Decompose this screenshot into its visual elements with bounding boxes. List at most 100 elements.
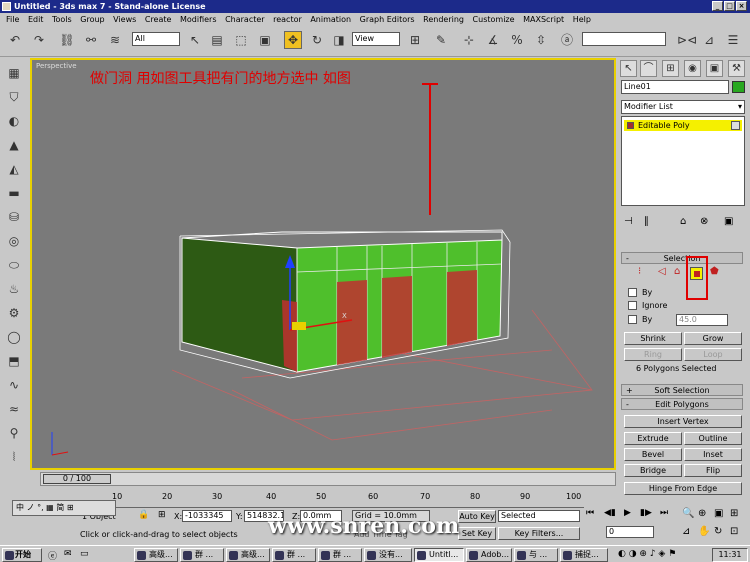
unlink-icon[interactable]: ⚯ [82, 31, 100, 49]
lock-selection-icon[interactable]: 🔒 [138, 510, 149, 520]
vertex-mode-icon[interactable]: ⁝ [638, 266, 641, 277]
taskbar-item[interactable]: 群 ... [272, 548, 316, 562]
element-mode-icon[interactable]: ⬟ [710, 266, 719, 277]
ime-toolbar[interactable]: 中 ノ °, ▦ 简 ⊞ [12, 500, 116, 516]
create-cylinder-icon[interactable]: ⛁ [5, 210, 23, 226]
select-and-scale-icon[interactable]: ◨ [330, 31, 348, 49]
maximize-button[interactable]: □ [724, 1, 735, 11]
edit-named-selection-icon[interactable]: ⓐ [558, 31, 576, 49]
create-tube-icon[interactable]: ◎ [5, 234, 23, 250]
menu-views[interactable]: Views [113, 15, 136, 24]
make-unique-icon[interactable]: ⌂ [680, 216, 686, 227]
zoom-extents-icon[interactable]: ▣ [714, 508, 723, 519]
taskbar-item[interactable]: 与 ... [514, 548, 558, 562]
next-frame-icon[interactable]: ▮▶ [640, 508, 652, 518]
mirror-icon[interactable]: ⊳⊲ [676, 31, 697, 49]
create-cone-icon[interactable]: ▲ [5, 138, 23, 154]
outlook-quicklaunch-icon[interactable]: ✉ [64, 549, 72, 559]
clock[interactable]: 11:31 [712, 548, 748, 562]
loop-button[interactable]: Loop [684, 348, 742, 361]
track-bar[interactable]: 10 20 30 40 50 60 70 80 90 100 [40, 492, 616, 508]
menu-rendering[interactable]: Rendering [423, 15, 464, 24]
shrink-button[interactable]: Shrink [624, 332, 682, 345]
selection-filter-dropdown[interactable]: All [132, 32, 180, 46]
inset-button[interactable]: Inset [684, 448, 742, 461]
bind-space-warp-icon[interactable]: ≋ [106, 31, 124, 49]
create-bone-icon[interactable]: ⦚ [5, 450, 23, 466]
show-end-result-icon[interactable]: ∥ [644, 216, 649, 227]
create-spring-icon[interactable]: ∿ [5, 378, 23, 394]
taskbar-item[interactable]: 捕捉... [560, 548, 608, 562]
remove-modifier-icon[interactable]: ⊗ [700, 216, 708, 227]
menu-maxscript[interactable]: MAXScript [523, 15, 564, 24]
select-and-manipulate-icon[interactable]: ✎ [432, 31, 450, 49]
current-frame-field[interactable]: 0 [606, 526, 654, 538]
edit-polygons-rollout-header[interactable]: - Edit Polygons [621, 398, 743, 410]
create-teapot-icon[interactable]: ♨ [5, 282, 23, 298]
go-to-end-icon[interactable]: ⏭ [660, 508, 668, 518]
pan-icon[interactable]: ✋ [698, 526, 710, 537]
display-tab-icon[interactable]: ▣ [706, 60, 723, 77]
create-plane-icon[interactable]: ▬ [5, 186, 23, 202]
configure-modifier-sets-icon[interactable]: ▣ [724, 216, 733, 227]
insert-vertex-button[interactable]: Insert Vertex [624, 415, 742, 428]
named-selection-sets-dropdown[interactable] [582, 32, 666, 46]
select-and-link-icon[interactable]: ⛓ [58, 31, 76, 49]
modify-tab-icon[interactable]: ⌒ [640, 60, 657, 77]
sub-object-icon[interactable] [731, 121, 740, 130]
previous-frame-icon[interactable]: ◀▮ [604, 508, 616, 518]
window-crossing-icon[interactable]: ▣ [256, 31, 274, 49]
by-vertex-checkbox[interactable] [628, 288, 637, 297]
zoom-icon[interactable]: 🔍 [682, 508, 694, 519]
create-shirt-icon[interactable]: ⛉ [5, 90, 23, 106]
create-capsule-icon[interactable]: ⬭ [5, 258, 23, 274]
zoom-all-icon[interactable]: ⊕ [698, 508, 706, 519]
go-to-start-icon[interactable]: ⏮ [586, 508, 594, 518]
percent-snap-icon[interactable]: % [508, 31, 526, 49]
create-box-icon[interactable]: ▦ [5, 66, 23, 82]
perspective-viewport[interactable]: Perspective 做门洞 用如图工具把有门的地方选中 如图 X [30, 58, 616, 470]
undo-icon[interactable]: ↶ [6, 31, 24, 49]
tray-icons[interactable]: ◐ ◑ ⊕ ♪ ◈ ⚑ [618, 549, 676, 559]
zoom-extents-all-icon[interactable]: ⊞ [730, 508, 738, 519]
set-key-button[interactable]: Set Key [458, 527, 496, 540]
edge-mode-icon[interactable]: ◁ [658, 266, 666, 277]
select-by-name-icon[interactable]: ▤ [208, 31, 226, 49]
create-tab-icon[interactable]: ↖ [620, 60, 637, 77]
selection-rollout-header[interactable]: - Selection [621, 252, 743, 264]
create-sphere-icon[interactable]: ◐ [5, 114, 23, 130]
desktop-quicklaunch-icon[interactable]: ▭ [80, 549, 89, 559]
auto-key-button[interactable]: Auto Key [458, 510, 496, 523]
select-object-icon[interactable]: ↖ [186, 31, 204, 49]
angle-spinner[interactable]: 45.0 [676, 314, 728, 326]
field-of-view-icon[interactable]: ⊿ [682, 526, 690, 537]
menu-edit[interactable]: Edit [28, 15, 44, 24]
menu-customize[interactable]: Customize [473, 15, 515, 24]
menu-group[interactable]: Group [80, 15, 104, 24]
taskbar-item[interactable]: 没有... [364, 548, 412, 562]
create-extrude-icon[interactable]: ⬒ [5, 354, 23, 370]
pivot-center-icon[interactable]: ⊞ [406, 31, 424, 49]
motion-tab-icon[interactable]: ◉ [684, 60, 701, 77]
object-color-swatch[interactable] [732, 81, 745, 93]
time-slider[interactable]: 0 / 100 [40, 472, 616, 486]
stack-item-editable-poly[interactable]: Editable Poly [624, 120, 742, 131]
modifier-toggle-icon[interactable] [627, 122, 634, 129]
taskbar-item[interactable]: 高级... [226, 548, 270, 562]
grow-button[interactable]: Grow [684, 332, 742, 345]
reference-coordinate-dropdown[interactable]: View [352, 32, 400, 46]
taskbar-item[interactable]: 高级... [134, 548, 178, 562]
extrude-button[interactable]: Extrude [624, 432, 682, 445]
flip-button[interactable]: Flip [684, 464, 742, 477]
menu-modifiers[interactable]: Modifiers [180, 15, 217, 24]
taskbar-item[interactable]: 群 ... [318, 548, 362, 562]
redo-icon[interactable]: ↷ [30, 31, 48, 49]
object-name-field[interactable]: Line01 [621, 80, 729, 94]
polygon-mode-icon[interactable] [690, 267, 703, 280]
bridge-button[interactable]: Bridge [624, 464, 682, 477]
maximize-viewport-icon[interactable]: ⊡ [730, 526, 738, 537]
spinner-snap-icon[interactable]: ⇳ [532, 31, 550, 49]
select-and-move-icon[interactable]: ✥ [284, 31, 302, 49]
select-and-rotate-icon[interactable]: ↻ [308, 31, 326, 49]
minimize-button[interactable]: _ [712, 1, 723, 11]
